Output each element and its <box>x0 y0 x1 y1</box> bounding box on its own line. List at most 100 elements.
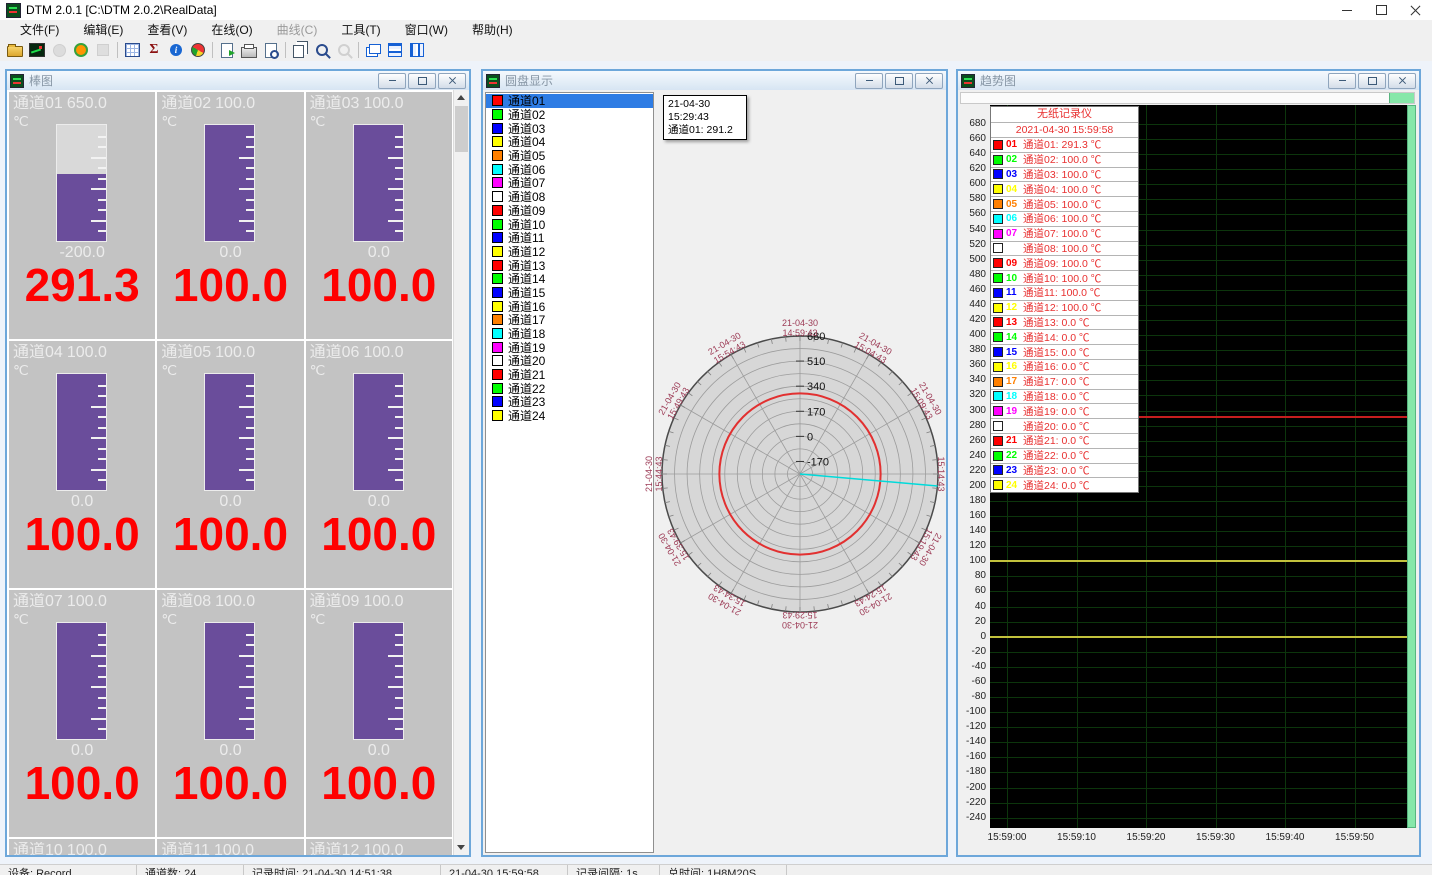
trend-restore-button[interactable] <box>1358 73 1386 89</box>
toolbar-export-button[interactable] <box>216 40 238 60</box>
y-axis-tick: 20 <box>975 616 986 627</box>
toolbar-chart-button[interactable] <box>26 40 48 60</box>
menu-item[interactable]: 工具(T) <box>329 21 392 38</box>
app-icon <box>6 3 21 18</box>
gauge-current-value: 291.3 <box>9 258 155 312</box>
channel-color-swatch <box>492 369 503 380</box>
status-field: 总时间: 1H8M20S <box>660 865 787 875</box>
toolbar-preview-button[interactable] <box>260 40 282 60</box>
scroll-down-icon[interactable] <box>457 845 465 850</box>
gauge-channel-name: 通道04 <box>13 344 63 362</box>
gauge-max-value: 100.0 <box>363 593 403 611</box>
gauge-channel-name: 通道08 <box>161 593 211 611</box>
gauge-bar <box>56 124 107 242</box>
toolbar-tile-horizontal-button[interactable] <box>384 40 406 60</box>
gauge-bar <box>204 124 255 242</box>
toolbar-print-button[interactable] <box>238 40 260 60</box>
legend-color-swatch <box>993 273 1003 283</box>
toolbar-pie-button[interactable] <box>187 40 209 60</box>
disk-close-button[interactable] <box>915 73 943 89</box>
toolbar-info-button[interactable] <box>165 40 187 60</box>
scroll-thumb[interactable] <box>455 106 468 152</box>
maximize-button[interactable] <box>1364 0 1398 20</box>
sum-icon <box>149 42 158 58</box>
gauge-max-value: 100.0 <box>363 842 403 855</box>
bar-close-button[interactable] <box>438 73 466 89</box>
toolbar-record-idle-button[interactable] <box>48 40 70 60</box>
legend-channel-number: 11 <box>1006 287 1023 298</box>
menu-item[interactable]: 在线(O) <box>199 21 264 38</box>
stop-icon <box>97 44 109 56</box>
channel-color-swatch <box>492 246 503 257</box>
trend-window-titlebar[interactable]: 趋势图 <box>958 71 1419 90</box>
trend-minimize-button[interactable] <box>1328 73 1356 89</box>
disk-minimize-button[interactable] <box>855 73 883 89</box>
channel-list-item[interactable]: 通道24 <box>486 409 653 423</box>
menu-item[interactable]: 查看(V) <box>135 21 199 38</box>
legend-channel-number: 09 <box>1006 258 1023 269</box>
legend-channel-number: 23 <box>1006 465 1023 476</box>
x-axis-tick: 15:59:50 <box>1335 832 1374 843</box>
gauge-cell: 通道09100.0℃0.0100.0 <box>306 590 452 837</box>
polar-time-label: 21-04-3015:29:43 <box>772 610 828 630</box>
menu-item[interactable]: 文件(F) <box>8 21 71 38</box>
bar-window-title: 棒图 <box>29 72 53 89</box>
gauge-max-value: 100.0 <box>215 344 255 362</box>
legend-color-swatch <box>993 288 1003 298</box>
toolbar-sum-button[interactable] <box>143 40 165 60</box>
close-button[interactable] <box>1398 0 1432 20</box>
toolbar-open-button[interactable] <box>4 40 26 60</box>
bar-minimize-button[interactable] <box>378 73 406 89</box>
tooltip-date: 21-04-30 <box>668 98 742 111</box>
trend-chart-window: 趋势图 680660640620600580560540520500480460… <box>956 69 1421 857</box>
trend-horizontal-scrollbar[interactable] <box>960 92 1415 104</box>
toolbar-copy-button[interactable] <box>289 40 311 60</box>
scroll-up-icon[interactable] <box>457 95 465 100</box>
menu-item[interactable]: 编辑(E) <box>71 21 135 38</box>
bar-restore-button[interactable] <box>408 73 436 89</box>
channel-label: 通道24 <box>508 407 545 424</box>
toolbar-zoom-out-button[interactable] <box>333 40 355 60</box>
y-axis-tick: 680 <box>969 118 986 129</box>
disk-window-titlebar[interactable]: 圆盘显示 <box>483 71 946 90</box>
menu-item[interactable]: 曲线(C) <box>265 21 330 38</box>
y-axis-tick: 360 <box>969 359 986 370</box>
y-axis-tick: 480 <box>969 269 986 280</box>
trend-hscroll-thumb[interactable] <box>1389 93 1414 103</box>
disk-display-area: 通道01通道02通道03通道04通道05通道06通道07通道08通道09通道10… <box>483 90 946 855</box>
bar-vertical-scrollbar[interactable] <box>453 90 469 855</box>
channel-color-swatch <box>492 260 503 271</box>
bar-window-titlebar[interactable]: 棒图 <box>7 71 469 90</box>
disk-restore-button[interactable] <box>885 73 913 89</box>
legend-channel-number: 05 <box>1006 199 1023 210</box>
gauge-max-value: 100.0 <box>67 593 107 611</box>
toolbar-cascade-button[interactable] <box>362 40 384 60</box>
toolbar-stop-button[interactable] <box>92 40 114 60</box>
legend-channel-number: 24 <box>1006 480 1023 491</box>
gauge-bar <box>56 373 107 491</box>
legend-color-swatch <box>993 140 1003 150</box>
gauge-channel-name: 通道07 <box>13 593 63 611</box>
toolbar-zoom-in-button[interactable] <box>311 40 333 60</box>
gauge-current-value: 100.0 <box>306 756 452 810</box>
y-axis-tick: 220 <box>969 465 986 476</box>
menu-item[interactable]: 窗口(W) <box>393 21 460 38</box>
toolbar-tile-vertical-button[interactable] <box>406 40 428 60</box>
tile-horizontal-icon <box>388 43 402 57</box>
toolbar-record-button[interactable] <box>70 40 92 60</box>
gauge-bar <box>353 373 404 491</box>
legend-channel-number: 07 <box>1006 228 1023 239</box>
trend-close-button[interactable] <box>1388 73 1416 89</box>
toolbar-table-button[interactable] <box>121 40 143 60</box>
polar-chart[interactable]: 6805103401700-170 21-04-3014:59:4321-04-… <box>630 304 946 644</box>
trend-vertical-scrollbar[interactable] <box>1407 105 1416 828</box>
gauge-bar <box>56 622 107 740</box>
minimize-button[interactable] <box>1330 0 1364 20</box>
toolbar-separator <box>285 42 286 58</box>
y-axis-tick: -180 <box>966 766 986 777</box>
menu-item[interactable]: 帮助(H) <box>460 21 525 38</box>
y-axis-tick: 160 <box>969 510 986 521</box>
zoom-out-icon <box>338 44 350 56</box>
status-field: 记录间隔: 1s <box>568 865 660 875</box>
toolbar-separator <box>358 42 359 58</box>
